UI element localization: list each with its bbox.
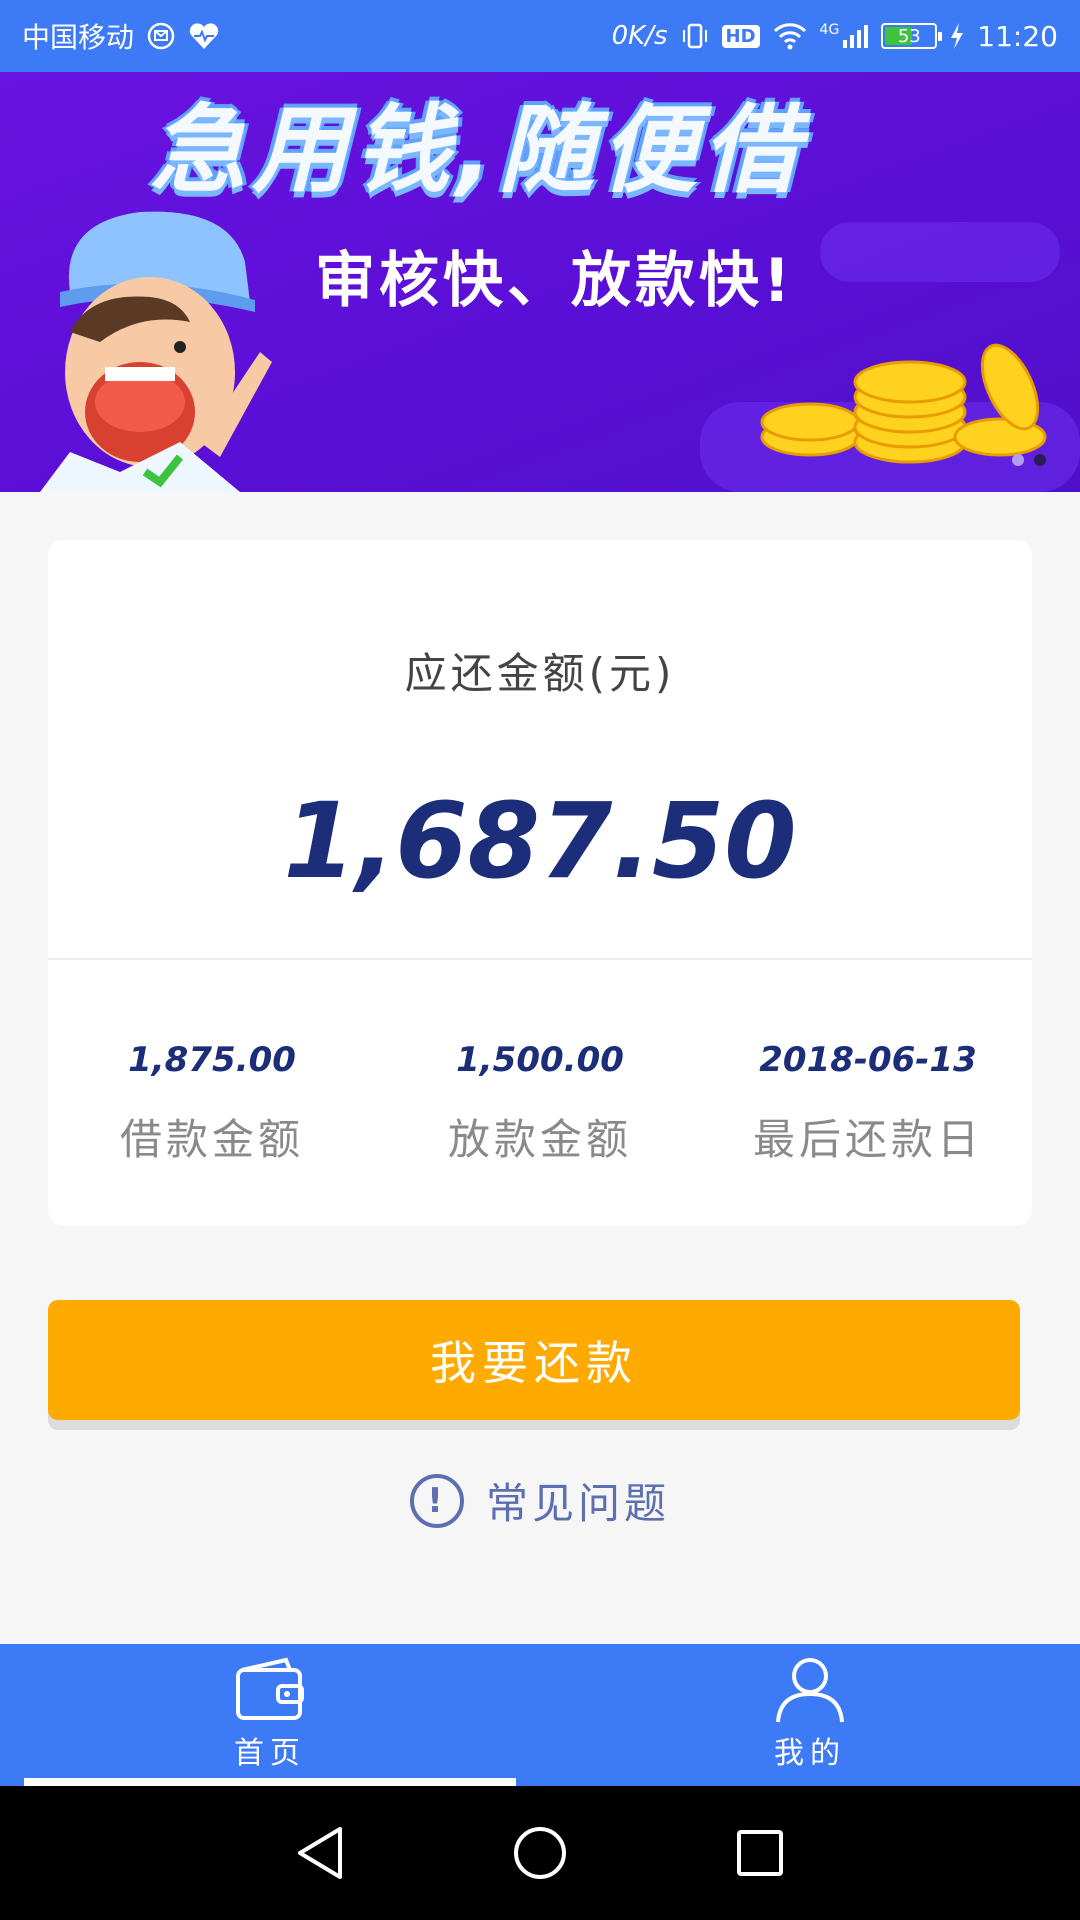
- repay-button[interactable]: 我要还款: [48, 1300, 1020, 1420]
- faq-label: 常见问题: [485, 1479, 670, 1528]
- banner-subheadline: 审核快、放款快!: [315, 246, 795, 316]
- stat-loan-amount: 1,875.00 借款金额: [48, 1040, 376, 1167]
- bottom-nav: 首页 我的: [0, 1644, 1080, 1786]
- charging-bolt-icon: [949, 22, 965, 50]
- status-bar-right: 0K/s HD 4G 53 11:20: [612, 20, 1058, 53]
- wifi-icon: [772, 21, 808, 51]
- home-circle-icon: [514, 1827, 566, 1879]
- battery-icon: 53: [881, 23, 943, 49]
- carousel-dot-active[interactable]: [1034, 454, 1046, 466]
- card-divider: [48, 958, 1032, 960]
- hd-badge: HD: [721, 24, 760, 48]
- stat-value: 2018-06-13: [759, 1040, 977, 1080]
- carousel-dot[interactable]: [1012, 454, 1024, 466]
- promo-banner[interactable]: 急用钱,随便借 审核快、放款快!: [0, 72, 1080, 492]
- recents-square-icon: [737, 1830, 783, 1876]
- stat-value: 1,500.00: [456, 1040, 624, 1080]
- home-button[interactable]: [505, 1818, 575, 1888]
- carousel-indicator[interactable]: [1012, 454, 1046, 466]
- health-heart-icon: [188, 21, 220, 51]
- amount-due-value: 1,687.50: [283, 780, 797, 902]
- carrier-name: 中国移动: [22, 21, 135, 54]
- stat-label: 借款金额: [119, 1115, 304, 1164]
- nav-item-home[interactable]: 首页: [0, 1644, 540, 1786]
- status-bar: 中国移动 0K/s HD 4G 53 11:20: [0, 0, 1080, 72]
- system-nav-bar: [0, 1786, 1080, 1920]
- faq-link[interactable]: ! 常见问题: [0, 1470, 1080, 1531]
- stat-due-date: 2018-06-13 最后还款日: [704, 1040, 1032, 1167]
- stat-value: 1,875.00: [128, 1040, 296, 1080]
- nav-item-mine[interactable]: 我的: [540, 1644, 1080, 1786]
- loan-stats-row: 1,875.00 借款金额 1,500.00 放款金额 2018-06-13 最…: [48, 1040, 1032, 1167]
- person-icon: [776, 1658, 844, 1723]
- nav-label-mine: 我的: [774, 1736, 846, 1771]
- stat-label: 放款金额: [447, 1115, 632, 1164]
- cartoon-character-illustration: [40, 211, 272, 492]
- exclamation-circle-icon: !: [409, 1473, 464, 1528]
- amount-due-title: 应还金额(元): [404, 649, 676, 698]
- stat-disbursed-amount: 1,500.00 放款金额: [376, 1040, 704, 1167]
- repayment-summary-card: 应还金额(元) 1,687.50 1,875.00 借款金额 1,500.00 …: [48, 540, 1032, 1226]
- banner-cloud-shape: [820, 222, 1060, 282]
- wallet-icon: [236, 1657, 304, 1720]
- nav-label-home: 首页: [234, 1736, 306, 1771]
- status-bar-left: 中国移动: [22, 16, 220, 56]
- stat-label: 最后还款日: [752, 1115, 983, 1164]
- cellular-signal-icon: 4G: [820, 22, 870, 50]
- net-speed: 0K/s: [611, 21, 668, 51]
- vibrate-icon: [680, 21, 710, 51]
- battery-level: 53: [897, 25, 921, 47]
- clock: 11:20: [977, 19, 1058, 53]
- back-triangle-icon: [298, 1827, 342, 1879]
- gold-coins-illustration: [760, 343, 1047, 464]
- nav-active-indicator: [24, 1778, 516, 1786]
- back-button[interactable]: [285, 1818, 355, 1888]
- network-type: 4G: [819, 22, 840, 38]
- notification-mail-icon: [146, 21, 176, 51]
- recents-button[interactable]: [725, 1818, 795, 1888]
